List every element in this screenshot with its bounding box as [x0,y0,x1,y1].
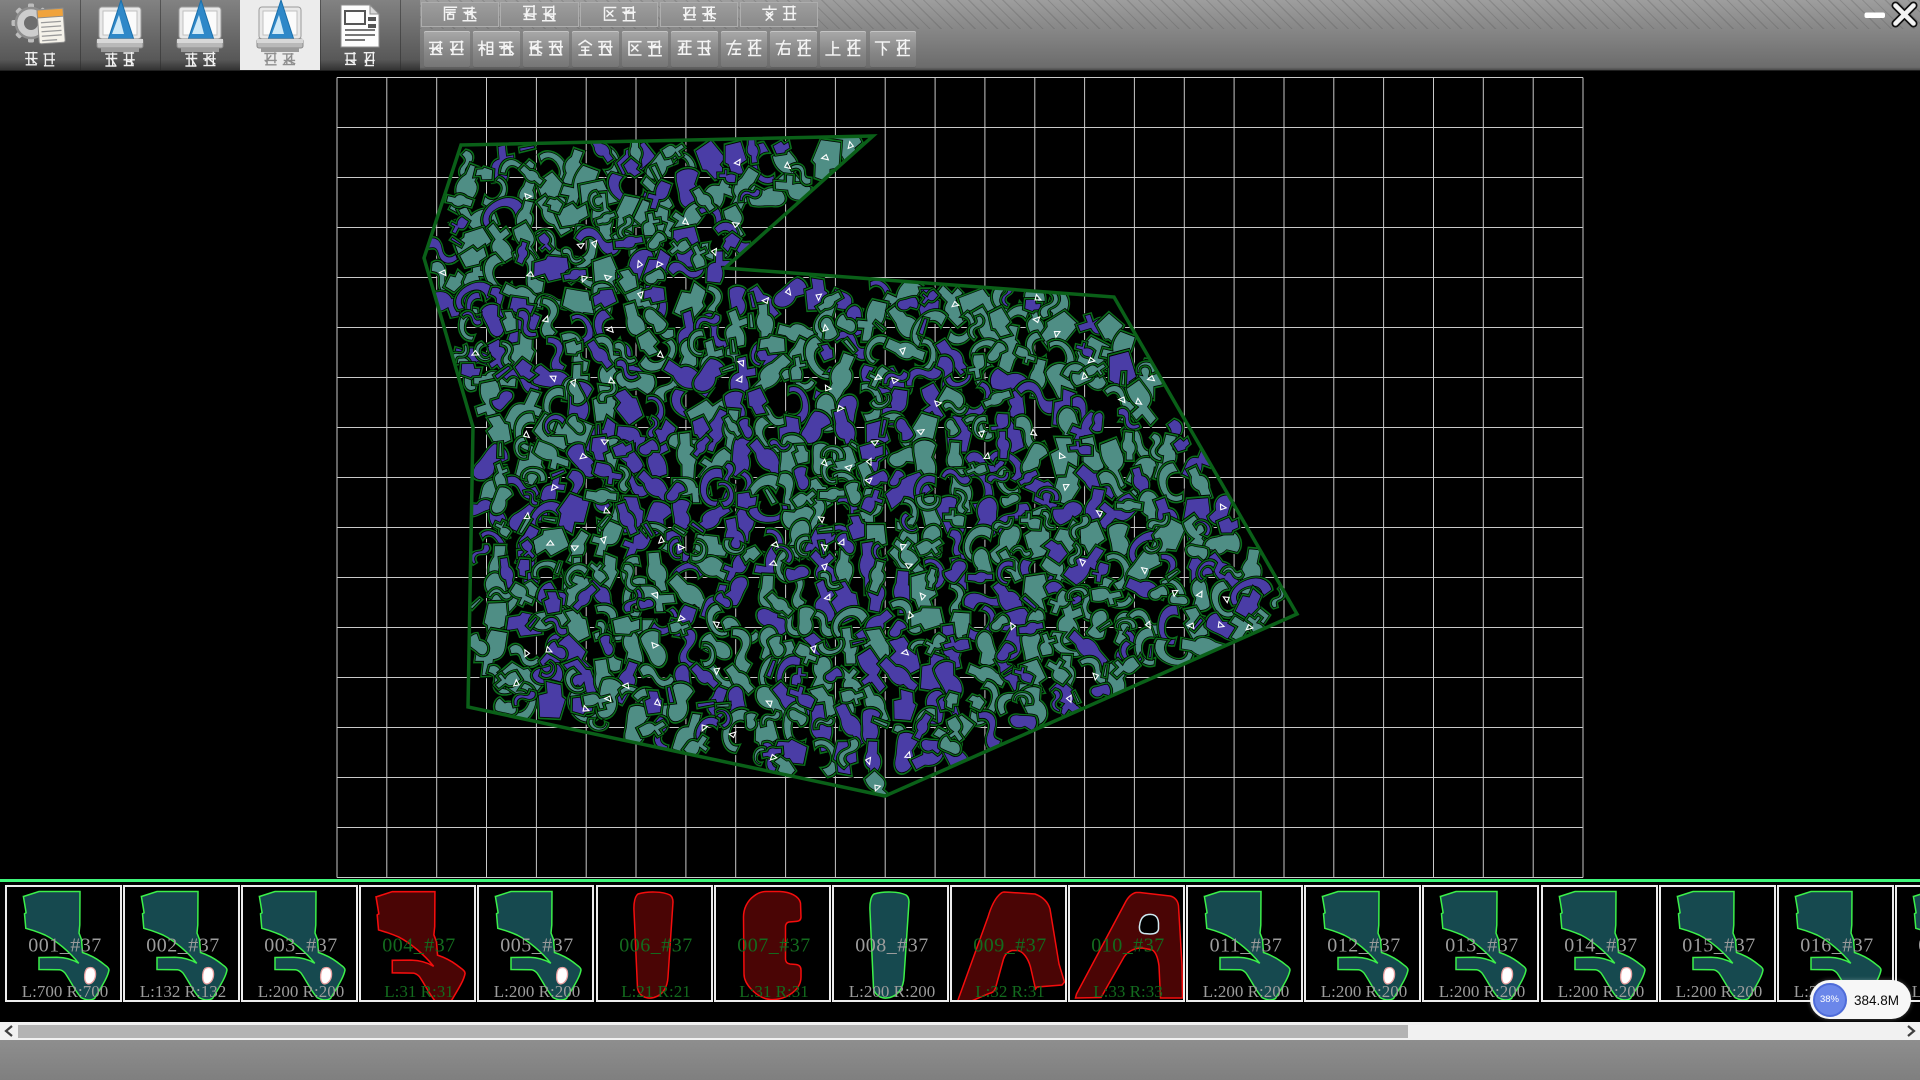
svg-text:005_#37: 005_#37 [500,935,574,957]
svg-text:014_#37: 014_#37 [1564,935,1638,957]
svg-text:L:200 R:200: L:200 R:200 [1558,982,1644,1001]
svg-text:010_#37: 010_#37 [1091,935,1165,957]
svg-text:012_#37: 012_#37 [1327,935,1401,957]
svg-text:L:200 R:200: L:200 R:200 [494,982,580,1001]
svg-text:L:21 R:21: L:21 R:21 [621,982,690,1001]
svg-text:002_#37: 002_#37 [146,935,220,957]
svg-text:L:31 R:31: L:31 R:31 [739,982,808,1001]
svg-text:004_#37: 004_#37 [382,935,456,957]
svg-text:006_#37: 006_#37 [619,935,693,957]
svg-text:L:200 R:200: L:200 R:200 [1439,982,1525,1001]
svg-text:009_#37: 009_#37 [973,935,1047,957]
svg-text:L:200 R:200: L:200 R:200 [849,982,935,1001]
svg-text:L:700 R:700: L:700 R:700 [22,982,108,1001]
svg-text:L:200 R:200: L:200 R:200 [1203,982,1289,1001]
svg-text:015_#37: 015_#37 [1682,935,1756,957]
svg-text:L:200 R:200: L:200 R:200 [1912,982,1920,1001]
svg-text:007_#37: 007_#37 [737,935,811,957]
svg-text:L:33 R:33: L:33 R:33 [1093,982,1162,1001]
svg-text:L:31 R:31: L:31 R:31 [384,982,453,1001]
svg-text:L:200 R:200: L:200 R:200 [258,982,344,1001]
svg-text:011_#37: 011_#37 [1210,935,1283,957]
svg-text:013_#37: 013_#37 [1445,935,1519,957]
svg-text:003_#37: 003_#37 [264,935,338,957]
svg-text:001_#37: 001_#37 [28,935,102,957]
svg-text:L:32 R:31: L:32 R:31 [975,982,1044,1001]
svg-text:L:132 R:132: L:132 R:132 [140,982,226,1001]
svg-text:L:200 R:200: L:200 R:200 [1676,982,1762,1001]
svg-text:016_#37: 016_#37 [1800,935,1874,957]
svg-text:008_#37: 008_#37 [855,935,929,957]
svg-text:L:200 R:200: L:200 R:200 [1321,982,1407,1001]
